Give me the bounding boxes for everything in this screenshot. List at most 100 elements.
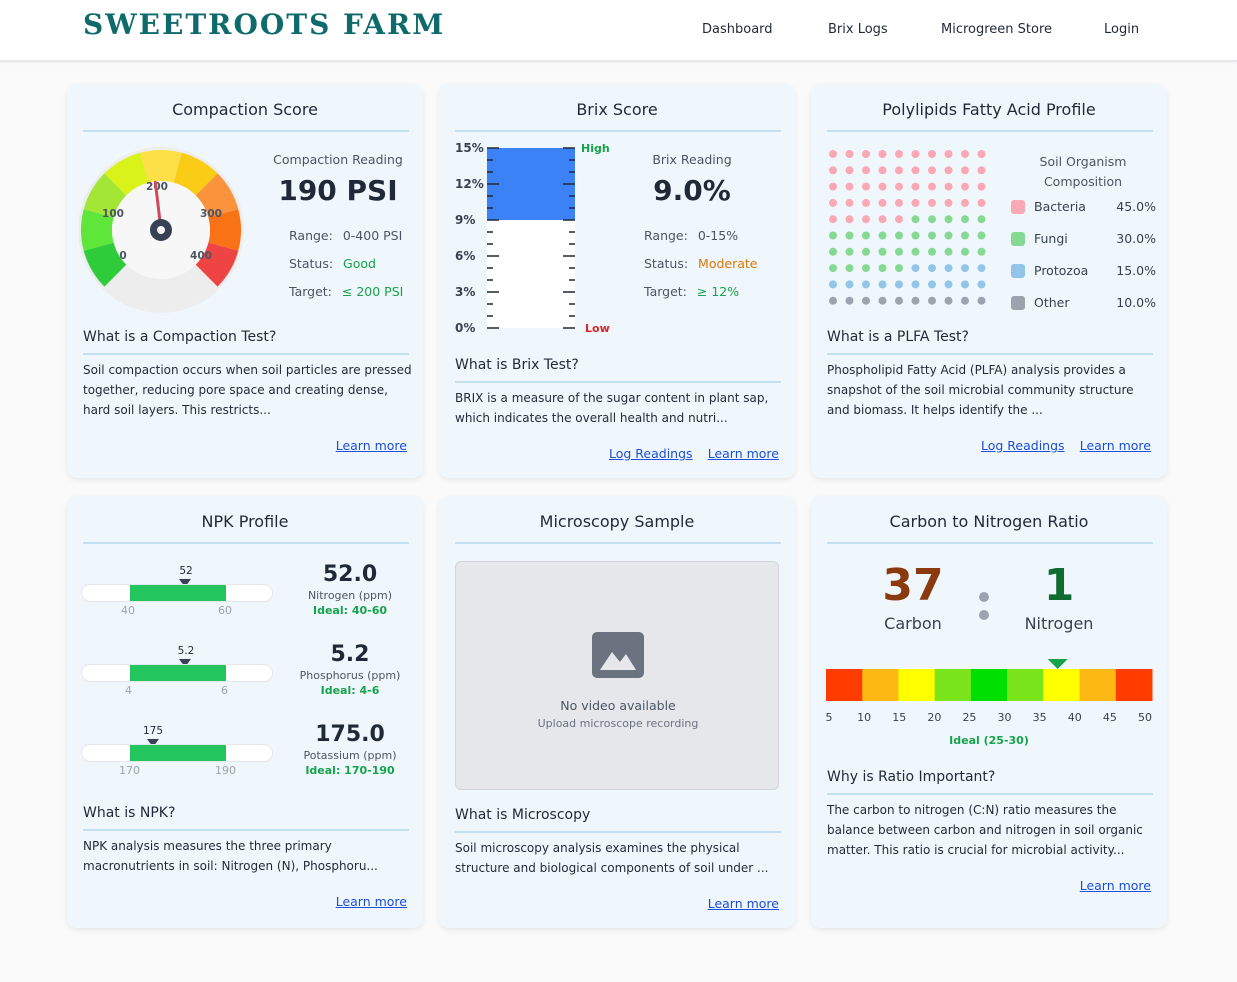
range-track (81, 584, 273, 602)
plfa-dot (944, 280, 953, 289)
section-heading: What is NPK? (83, 805, 176, 821)
no-video-text: No video available (560, 698, 676, 713)
plfa-dot (829, 264, 837, 273)
npk-value: 52.0 (322, 562, 378, 587)
range-track (81, 664, 273, 682)
ratio-dot-top (979, 592, 989, 602)
legend-label: Bacteria (1034, 199, 1086, 214)
plfa-dot (911, 150, 920, 158)
plfa-dot (845, 231, 854, 240)
learn-more-link[interactable]: Learn more (1080, 438, 1151, 453)
divider (83, 353, 409, 355)
brand-logo[interactable]: SWEETROOTS FARM (83, 8, 445, 41)
plfa-dot (928, 215, 936, 224)
plfa-dot (845, 247, 854, 256)
npk-value-block: 5.2 Phosphorus (ppm) Ideal: 4-6 (299, 642, 401, 697)
npk-value-block: 52.0 Nitrogen (ppm) Ideal: 40-60 (299, 562, 401, 617)
brix-scale-labels: 15% 12% 9% 6% 3% 0% (455, 141, 485, 335)
plfa-dot (961, 182, 969, 191)
nitrogen-value: 1 (1043, 560, 1075, 611)
plfa-dot (829, 280, 837, 289)
divider (83, 542, 409, 544)
plfa-dot (911, 296, 920, 305)
brix-tick-label: 9% (455, 213, 476, 227)
legend-swatch-protozoa (1011, 264, 1025, 278)
range-max: 6 (221, 684, 228, 697)
gauge-label: 300 (200, 208, 222, 220)
description: The carbon to nitrogen (C:N) ratio measu… (827, 803, 1143, 857)
description: Soil microscopy analysis examines the ph… (455, 841, 769, 875)
log-readings-link[interactable]: Log Readings (609, 446, 693, 461)
npk-ideal: Ideal: 170-190 (305, 764, 395, 777)
card-title: Carbon to Nitrogen Ratio (889, 512, 1089, 531)
plfa-dot (862, 166, 870, 175)
brix-tick-label: 15% (455, 141, 484, 155)
target-label: Target: (289, 284, 332, 299)
section-heading: What is Microscopy (455, 807, 591, 823)
learn-more-link[interactable]: Learn more (336, 894, 407, 909)
plfa-dot (829, 215, 837, 224)
legend-swatch-fungi (1011, 232, 1025, 246)
plfa-dot (944, 231, 953, 240)
marker-value: 175 (142, 725, 164, 737)
section-heading: Why is Ratio Important? (827, 769, 996, 785)
plfa-dot (895, 280, 903, 289)
plfa-dot (829, 198, 837, 207)
range-min: 4 (125, 684, 132, 697)
learn-more-link[interactable]: Learn more (1080, 878, 1151, 893)
learn-more-link[interactable]: Learn more (708, 896, 779, 911)
legend-title: Soil Organism Composition (1039, 154, 1127, 189)
cn-segment (1115, 669, 1153, 701)
plfa-dot (977, 296, 986, 305)
plfa-dot (977, 247, 986, 256)
plfa-dot (961, 296, 969, 305)
cn-tick-label: 20 (927, 711, 941, 724)
plfa-dot (928, 150, 936, 158)
plfa-dot (961, 198, 969, 207)
plfa-dot (862, 280, 870, 289)
brix-level-fill (487, 148, 575, 220)
plfa-dot (878, 166, 887, 175)
nav-login[interactable]: Login (1104, 22, 1139, 37)
nav-dashboard[interactable]: Dashboard (702, 22, 773, 37)
plfa-dot (829, 150, 837, 158)
plfa-dot (977, 150, 986, 158)
plfa-dot (961, 247, 969, 256)
cn-segment (1079, 669, 1117, 701)
range-label: Range: (289, 228, 333, 243)
target-value: ≤ 200 PSI (341, 284, 404, 299)
learn-more-link[interactable]: Learn more (336, 438, 407, 453)
plfa-dot (862, 182, 870, 191)
cn-scale-bar: 5 10 15 20 25 30 35 40 45 50 (826, 659, 1153, 724)
cn-segment (898, 669, 936, 701)
learn-more-link[interactable]: Learn more (708, 446, 779, 461)
plfa-dot (845, 296, 854, 305)
plfa-dot (829, 182, 837, 191)
brix-tick-label: 3% (455, 285, 476, 299)
description: BRIX is a measure of the sugar content i… (455, 391, 769, 425)
divider (827, 542, 1153, 544)
video-placeholder[interactable]: No video available Upload microscope rec… (455, 561, 779, 790)
plfa-dot (928, 182, 936, 191)
nav-brix-logs[interactable]: Brix Logs (828, 22, 888, 37)
plfa-dot (944, 166, 953, 175)
status-value: Good (343, 256, 376, 271)
compaction-card: Compaction Score 0100200300400 Compactio… (67, 84, 423, 478)
plfa-dot (878, 264, 887, 273)
target-label: Target: (644, 284, 687, 299)
plfa-dot (845, 280, 854, 289)
upload-hint: Upload microscope recording (537, 717, 699, 730)
plfa-dot (928, 198, 936, 207)
log-readings-link[interactable]: Log Readings (981, 438, 1065, 453)
plfa-dot (895, 231, 903, 240)
status-value: Moderate (698, 256, 758, 271)
plfa-dot (911, 264, 920, 273)
gauge-label: 100 (102, 208, 124, 220)
plfa-dot (928, 264, 936, 273)
plfa-dot (862, 150, 870, 158)
plfa-dot (911, 231, 920, 240)
nav-microgreen-store[interactable]: Microgreen Store (941, 22, 1052, 37)
plfa-dot (977, 280, 986, 289)
status-label: Status: (289, 256, 334, 271)
plfa-dot (862, 231, 870, 240)
